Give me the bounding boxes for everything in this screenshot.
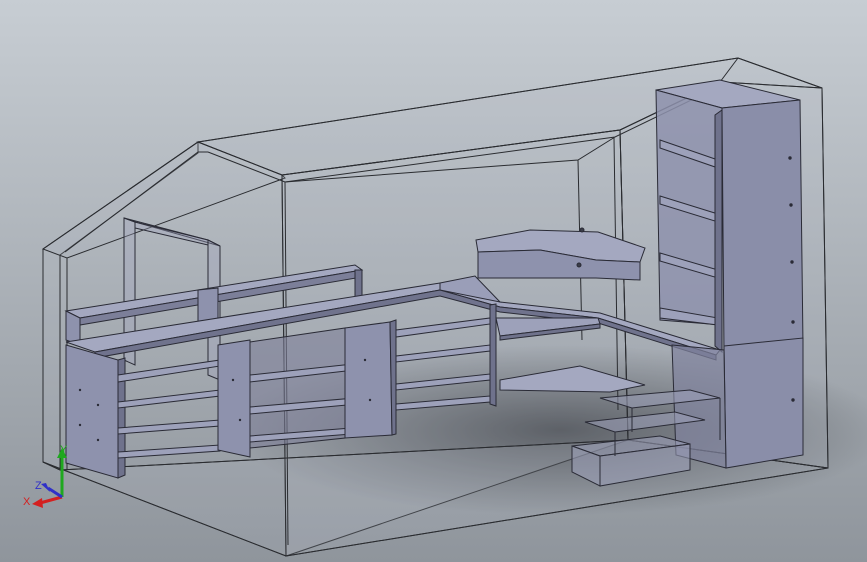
tall-bookcase[interactable] [655, 79, 804, 469]
triad-x-label: X [23, 496, 31, 508]
left-cabinet[interactable] [65, 339, 251, 479]
triad-z-axis [47, 486, 63, 499]
triad-x-axis [39, 495, 63, 505]
triad-x-arrow-icon [32, 498, 43, 508]
bookcase-side[interactable] [721, 99, 804, 353]
3d-model-viewport[interactable]: Y X Z [0, 0, 867, 562]
left-cabinet-side[interactable] [65, 344, 119, 479]
room-model[interactable]: Y X Z [0, 0, 867, 562]
triad-z-label: Z [35, 480, 42, 492]
bookcase-base[interactable] [723, 337, 804, 469]
left-cabinet-divider[interactable] [217, 339, 251, 458]
triad-y-label: Y [60, 444, 68, 456]
